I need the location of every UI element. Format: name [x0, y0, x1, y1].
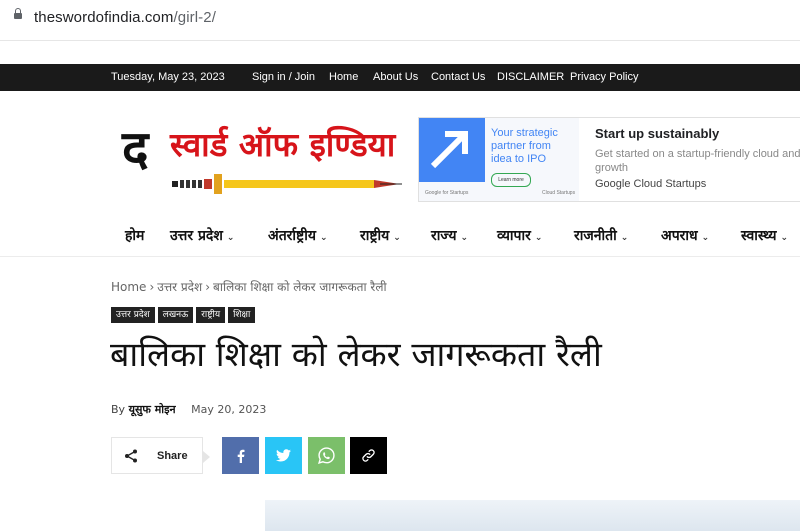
- breadcrumb-current: बालिका शिक्षा को लेकर जागरूकता रैली: [213, 280, 387, 294]
- nav-item-uttar-pradesh[interactable]: उत्तर प्रदेश ⌄: [170, 226, 234, 245]
- ad-blue-panel: [419, 118, 485, 182]
- nav-item-national[interactable]: राष्ट्रीय ⌄: [360, 226, 401, 245]
- copy-link-button[interactable]: [350, 437, 387, 474]
- site-logo[interactable]: द स्वार्ड ऑफ इण्डिया: [122, 122, 412, 202]
- nav-label: होम: [125, 228, 145, 244]
- breadcrumb-home[interactable]: Home: [111, 280, 146, 294]
- lock-icon[interactable]: [14, 8, 22, 19]
- share-label-box: Share: [111, 437, 210, 474]
- tag-education[interactable]: शिक्षा: [228, 307, 256, 323]
- ad-learn-more-button[interactable]: Learn more: [491, 173, 531, 187]
- nav-item-state[interactable]: राज्य ⌄: [431, 226, 468, 245]
- breadcrumb-separator: ›: [205, 280, 211, 294]
- nav-item-health[interactable]: स्वास्थ्य ⌄: [741, 226, 788, 245]
- contact-link[interactable]: Contact Us: [431, 71, 485, 83]
- home-link[interactable]: Home: [329, 71, 358, 83]
- signin-link[interactable]: Sign in / Join: [252, 71, 315, 83]
- sword-icon: [172, 174, 402, 194]
- nav-item-politics[interactable]: राजनीती ⌄: [574, 226, 628, 245]
- nav-label: राज्य: [431, 228, 457, 244]
- chevron-down-icon: ⌄: [319, 233, 328, 243]
- ad-source: Google Cloud Startups: [595, 178, 707, 190]
- author-name[interactable]: यूसुफ मोइन: [129, 403, 176, 416]
- nav-label: स्वास्थ्य: [741, 228, 777, 244]
- facebook-icon: [237, 449, 244, 463]
- nav-divider: [0, 256, 800, 257]
- nav-label: उत्तर प्रदेश: [170, 228, 223, 244]
- article-title: बालिका शिक्षा को लेकर जागरूकता रैली: [110, 335, 602, 375]
- ad-headline: Start up sustainably: [595, 126, 720, 141]
- tag-lucknow[interactable]: लखनऊ: [157, 307, 194, 323]
- advertisement-banner[interactable]: Your strategic partner from idea to IPO …: [418, 117, 800, 202]
- logo-name: स्वार्ड ऑफ इण्डिया: [170, 125, 396, 164]
- ad-body: Get started on a startup-friendly cloud …: [595, 148, 800, 174]
- twitter-share-button[interactable]: [265, 437, 302, 474]
- ad-tagline: Your strategic partner from idea to IPO: [491, 127, 558, 165]
- share-icon: [125, 449, 137, 463]
- url-text[interactable]: theswordofindia.com/girl-2/: [34, 9, 216, 26]
- twitter-icon: [276, 449, 291, 462]
- chevron-down-icon: ⌄: [701, 233, 710, 243]
- chevron-down-icon: ⌄: [780, 233, 789, 243]
- share-label: Share: [157, 450, 188, 462]
- tag-national[interactable]: राष्ट्रीय: [196, 307, 226, 323]
- publish-date: May 20, 2023: [191, 403, 267, 416]
- by-label: By: [111, 403, 126, 416]
- nav-label: अंतर्राष्ट्रीय: [268, 228, 316, 244]
- nav-item-international[interactable]: अंतर्राष्ट्रीय ⌄: [268, 226, 328, 245]
- ad-footer-left: Google for Startups: [425, 190, 469, 196]
- category-tags: उत्तर प्रदेश लखनऊ राष्ट्रीय शिक्षा: [111, 304, 258, 323]
- chevron-down-icon: ⌄: [534, 233, 543, 243]
- nav-label: अपराध: [661, 228, 698, 244]
- nav-label: राजनीती: [574, 228, 617, 244]
- url-path: /girl-2/: [173, 9, 216, 26]
- whatsapp-icon: [318, 447, 335, 464]
- whatsapp-share-button[interactable]: [308, 437, 345, 474]
- nav-item-business[interactable]: व्यापार ⌄: [497, 226, 542, 245]
- tag-uttar-pradesh[interactable]: उत्तर प्रदेश: [111, 307, 155, 323]
- disclaimer-link[interactable]: DISCLAIMER: [497, 71, 564, 83]
- facebook-share-button[interactable]: [222, 437, 259, 474]
- share-pointer: [203, 451, 210, 463]
- breadcrumb: Home › उत्तर प्रदेश › बालिका शिक्षा को लेकर …: [111, 278, 387, 295]
- breadcrumb-category[interactable]: उत्तर प्रदेश: [157, 280, 202, 294]
- nav-item-home[interactable]: होम: [125, 226, 144, 245]
- breadcrumb-separator: ›: [149, 280, 155, 294]
- url-domain: theswordofindia.com: [34, 9, 174, 26]
- chevron-down-icon: ⌄: [226, 233, 235, 243]
- current-date: Tuesday, May 23, 2023: [111, 71, 225, 83]
- chevron-down-icon: ⌄: [620, 233, 629, 243]
- chevron-down-icon: ⌄: [393, 233, 401, 243]
- nav-item-crime[interactable]: अपराध ⌄: [661, 226, 709, 245]
- arrow-icon: [430, 131, 468, 169]
- logo-letter: द: [122, 120, 149, 178]
- link-icon: [362, 449, 375, 462]
- privacy-link[interactable]: Privacy Policy: [570, 71, 638, 83]
- article-meta: By यूसुफ मोइन May 20, 2023: [111, 402, 266, 417]
- top-bar: Tuesday, May 23, 2023 Sign in / Join Hom…: [0, 64, 800, 91]
- ad-image: Your strategic partner from idea to IPO …: [419, 118, 579, 201]
- nav-label: राष्ट्रीय: [360, 228, 390, 244]
- ad-footer-right: Cloud Startups: [542, 190, 576, 196]
- chevron-down-icon: ⌄: [460, 233, 469, 243]
- about-link[interactable]: About Us: [373, 71, 418, 83]
- browser-address-bar[interactable]: theswordofindia.com/girl-2/: [0, 0, 800, 41]
- main-nav: होम उत्तर प्रदेश ⌄ अंतर्राष्ट्रीय ⌄ राष्ट्…: [0, 220, 800, 250]
- nav-label: व्यापार: [497, 228, 531, 244]
- featured-image: [265, 500, 800, 531]
